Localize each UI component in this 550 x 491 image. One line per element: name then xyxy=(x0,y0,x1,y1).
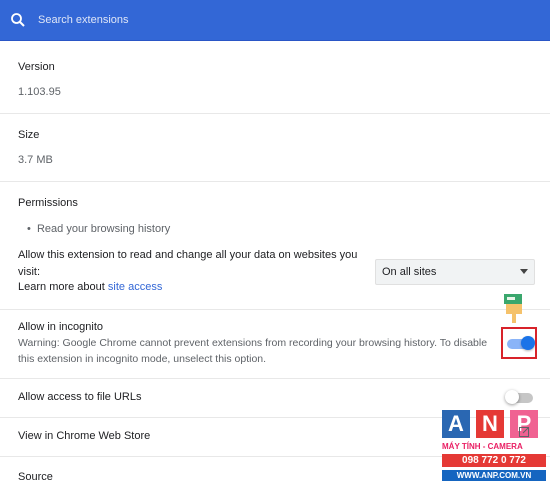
watermark-url: WWW.ANP.COM.VN xyxy=(442,470,546,481)
dropdown-arrow-icon xyxy=(520,269,528,274)
watermark-letters: A N P xyxy=(442,410,548,438)
highlight-box xyxy=(501,327,537,359)
file-urls-label: Allow access to file URLs xyxy=(18,391,142,403)
permission-list-item: • Read your browsing history xyxy=(27,223,171,235)
web-store-label[interactable]: View in Chrome Web Store xyxy=(18,430,150,442)
site-access-select[interactable]: On all sites xyxy=(375,259,535,285)
watermark-letter: A xyxy=(442,410,470,438)
size-label: Size xyxy=(18,129,40,141)
incognito-row: Allow in incognito Warning: Google Chrom… xyxy=(0,310,550,379)
site-access-selected-value: On all sites xyxy=(382,266,437,278)
learn-more-prefix: Learn more about xyxy=(18,281,105,293)
file-urls-toggle[interactable] xyxy=(505,390,535,404)
incognito-label: Allow in incognito xyxy=(18,321,103,333)
watermark-subtitle: MÁY TÍNH - CAMERA xyxy=(442,442,523,451)
pointing-hand-icon xyxy=(504,294,522,323)
site-access-description-line2: visit: xyxy=(18,266,40,278)
watermark-logo: A N P MÁY TÍNH - CAMERA 098 772 0 772 WW… xyxy=(442,410,548,488)
incognito-warning-line2: this extension in incognito mode, unsele… xyxy=(18,353,267,365)
permissions-label: Permissions xyxy=(18,197,78,209)
search-input[interactable]: Search extensions xyxy=(38,14,129,26)
size-row: Size 3.7 MB xyxy=(0,114,550,182)
size-value: 3.7 MB xyxy=(18,154,53,166)
site-access-description-line1: Allow this extension to read and change … xyxy=(18,249,358,261)
open-in-new-icon[interactable] xyxy=(519,427,529,437)
search-icon[interactable] xyxy=(10,12,26,28)
version-row: Version 1.103.95 xyxy=(0,41,550,114)
learn-more-text: Learn more about site access xyxy=(18,281,162,293)
permission-item-text: Read your browsing history xyxy=(36,223,171,235)
incognito-warning-line1: Warning: Google Chrome cannot prevent ex… xyxy=(18,337,488,349)
version-value: 1.103.95 xyxy=(18,86,61,98)
permissions-row: Permissions • Read your browsing history… xyxy=(0,182,550,310)
watermark-phone: 098 772 0 772 xyxy=(442,454,546,467)
search-bar[interactable]: Search extensions xyxy=(0,0,550,41)
version-label: Version xyxy=(18,61,55,73)
toggle-thumb xyxy=(505,390,519,404)
site-access-link[interactable]: site access xyxy=(108,281,162,293)
watermark-letter: N xyxy=(476,410,504,438)
source-label: Source xyxy=(18,471,53,483)
